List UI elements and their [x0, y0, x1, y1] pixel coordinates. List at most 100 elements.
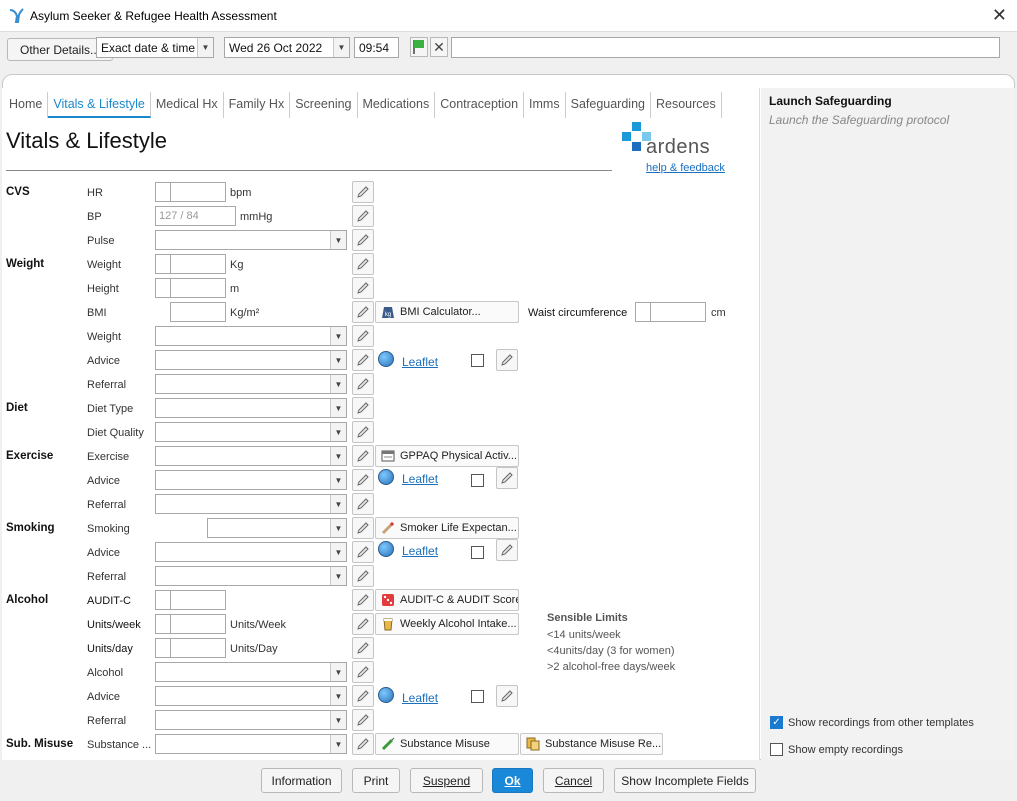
checkbox-checked-icon[interactable]: ✓: [770, 716, 783, 729]
edit-button[interactable]: [352, 301, 374, 323]
edit-button[interactable]: [352, 445, 374, 467]
tab-screening[interactable]: Screening: [290, 92, 358, 118]
weight-referral-select[interactable]: ▼: [155, 374, 347, 394]
edit-button[interactable]: [352, 469, 374, 491]
checkbox-unchecked-icon[interactable]: [770, 743, 783, 756]
edit-button[interactable]: [352, 229, 374, 251]
edit-button[interactable]: [352, 589, 374, 611]
leaflet-edit-button[interactable]: [496, 539, 518, 561]
edit-button[interactable]: [352, 637, 374, 659]
substance-select[interactable]: ▼: [155, 734, 347, 754]
tab-family-hx[interactable]: Family Hx: [224, 92, 291, 118]
tab-resources[interactable]: Resources: [651, 92, 722, 118]
weekly-alcohol-intake-button[interactable]: Weekly Alcohol Intake...: [375, 613, 519, 635]
edit-button[interactable]: [352, 421, 374, 443]
exercise-leaflet-link[interactable]: Leaflet: [402, 472, 438, 486]
edit-button[interactable]: [352, 349, 374, 371]
launch-safeguarding-link[interactable]: Launch Safeguarding: [769, 94, 892, 108]
substance-misuse-button[interactable]: Substance Misuse: [375, 733, 519, 755]
weight-status-select[interactable]: ▼: [155, 326, 347, 346]
weight-leaflet-link[interactable]: Leaflet: [402, 355, 438, 369]
edit-button[interactable]: [352, 733, 374, 755]
smoker-life-expectancy-button[interactable]: Smoker Life Expectan...: [375, 517, 519, 539]
print-button[interactable]: Print: [352, 768, 400, 793]
exercise-leaflet-checkbox[interactable]: [471, 474, 484, 487]
smoking-referral-select[interactable]: ▼: [155, 566, 347, 586]
edit-button[interactable]: [352, 565, 374, 587]
audit-c-input[interactable]: [155, 590, 226, 610]
bp-input[interactable]: 127 / 84: [155, 206, 236, 226]
smoking-leaflet-link[interactable]: Leaflet: [402, 544, 438, 558]
audit-score-button[interactable]: AUDIT-C & AUDIT Score: [375, 589, 519, 611]
alcohol-leaflet-link[interactable]: Leaflet: [402, 691, 438, 705]
height-input[interactable]: [155, 278, 226, 298]
tab-safeguarding[interactable]: Safeguarding: [566, 92, 651, 118]
pencil-icon: [357, 330, 369, 342]
edit-button[interactable]: [352, 205, 374, 227]
weight-leaflet-checkbox[interactable]: [471, 354, 484, 367]
close-icon[interactable]: ✕: [992, 5, 1007, 26]
exercise-referral-select[interactable]: ▼: [155, 494, 347, 514]
date-mode-select[interactable]: Exact date & time ▼: [96, 37, 214, 58]
edit-button[interactable]: [352, 277, 374, 299]
bmi-calculator-button[interactable]: kg BMI Calculator...: [375, 301, 519, 323]
ok-button[interactable]: Ok: [492, 768, 533, 793]
tab-contraception[interactable]: Contraception: [435, 92, 525, 118]
pulse-select[interactable]: ▼: [155, 230, 347, 250]
edit-button[interactable]: [352, 709, 374, 731]
diet-type-select[interactable]: ▼: [155, 398, 347, 418]
tab-medical-hx[interactable]: Medical Hx: [151, 92, 224, 118]
weight-advice-select[interactable]: ▼: [155, 350, 347, 370]
exercise-select[interactable]: ▼: [155, 446, 347, 466]
limits-list: <14 units/week <4units/day (3 for women)…: [547, 627, 675, 675]
substance-misuse-review-button[interactable]: Substance Misuse Re...: [520, 733, 663, 755]
units-week-input[interactable]: [155, 614, 226, 634]
edit-button[interactable]: [352, 493, 374, 515]
exercise-advice-select[interactable]: ▼: [155, 470, 347, 490]
edit-button[interactable]: [352, 397, 374, 419]
tab-medications[interactable]: Medications: [358, 92, 436, 118]
tab-imms[interactable]: Imms: [524, 92, 566, 118]
edit-button[interactable]: [352, 613, 374, 635]
time-input[interactable]: 09:54: [354, 37, 399, 58]
bmi-input[interactable]: [170, 302, 226, 322]
show-empty-recordings-option[interactable]: Show empty recordings: [770, 743, 903, 756]
suspend-button[interactable]: Suspend: [410, 768, 483, 793]
date-select[interactable]: Wed 26 Oct 2022 ▼: [224, 37, 350, 58]
edit-button[interactable]: [352, 661, 374, 683]
gppaq-button[interactable]: GPPAQ Physical Activ...: [375, 445, 519, 467]
pencil-icon: [357, 666, 369, 678]
edit-button[interactable]: [352, 253, 374, 275]
show-incomplete-fields-button[interactable]: Show Incomplete Fields: [614, 768, 756, 793]
free-text-input[interactable]: [451, 37, 1000, 58]
alcohol-leaflet-checkbox[interactable]: [471, 690, 484, 703]
help-feedback-link[interactable]: help & feedback: [646, 162, 725, 174]
leaflet-edit-button[interactable]: [496, 685, 518, 707]
leaflet-edit-button[interactable]: [496, 349, 518, 371]
edit-button[interactable]: [352, 685, 374, 707]
clear-button[interactable]: ✕: [430, 37, 448, 57]
tab-vitals-lifestyle[interactable]: Vitals & Lifestyle: [48, 92, 151, 118]
edit-button[interactable]: [352, 373, 374, 395]
cancel-button[interactable]: Cancel: [543, 768, 604, 793]
smoking-leaflet-checkbox[interactable]: [471, 546, 484, 559]
weight-input[interactable]: [155, 254, 226, 274]
edit-button[interactable]: [352, 541, 374, 563]
information-button[interactable]: Information: [261, 768, 342, 793]
alcohol-select[interactable]: ▼: [155, 662, 347, 682]
edit-button[interactable]: [352, 325, 374, 347]
alcohol-referral-select[interactable]: ▼: [155, 710, 347, 730]
diet-quality-select[interactable]: ▼: [155, 422, 347, 442]
edit-button[interactable]: [352, 517, 374, 539]
flag-button[interactable]: [410, 37, 428, 57]
tab-home[interactable]: Home: [4, 92, 49, 118]
leaflet-edit-button[interactable]: [496, 467, 518, 489]
units-day-input[interactable]: [155, 638, 226, 658]
waist-input[interactable]: [635, 302, 706, 322]
smoking-select[interactable]: ▼: [207, 518, 347, 538]
edit-button[interactable]: [352, 181, 374, 203]
smoking-advice-select[interactable]: ▼: [155, 542, 347, 562]
hr-input[interactable]: [155, 182, 226, 202]
alcohol-advice-select[interactable]: ▼: [155, 686, 347, 706]
show-other-recordings-option[interactable]: ✓ Show recordings from other templates: [770, 716, 974, 729]
